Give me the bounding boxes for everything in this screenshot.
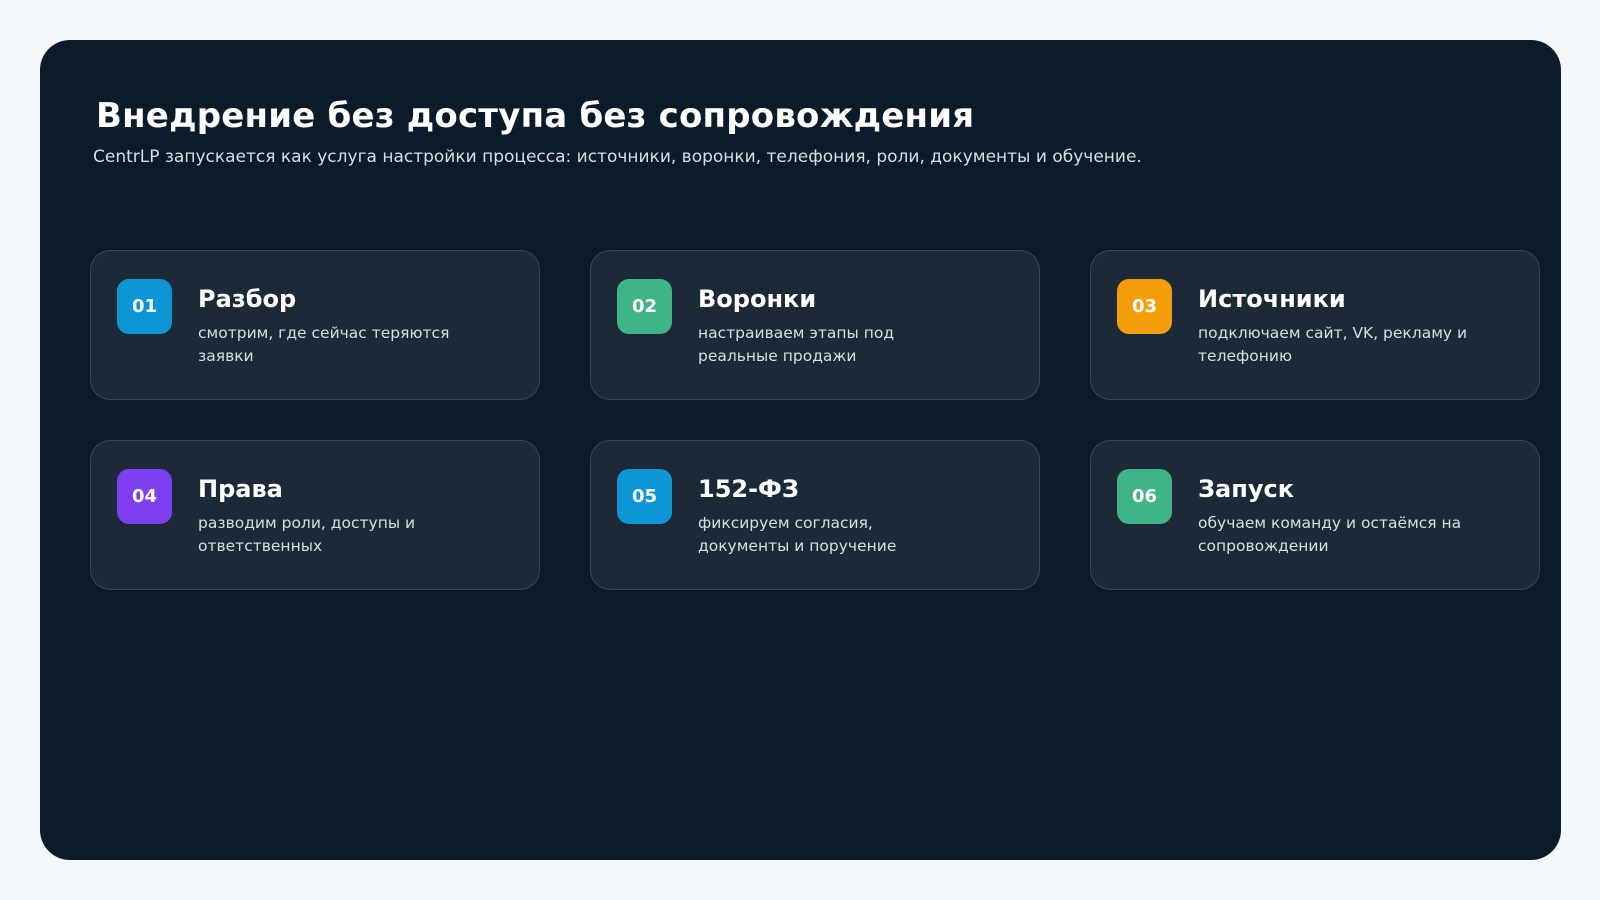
step-number-badge: 04: [117, 469, 172, 524]
step-description: смотрим, где сейчас теряются заявки: [198, 324, 450, 365]
step-card-razbor: 01 Разбор смотрим, где сейчас теряются з…: [90, 250, 540, 400]
step-description: фиксируем согласия, документы и поручени…: [698, 514, 897, 555]
step-description: обучаем команду и остаёмся на сопровожде…: [1198, 514, 1462, 555]
step-number-badge: 02: [617, 279, 672, 334]
steps-grid: 01 Разбор смотрим, где сейчас теряются з…: [90, 250, 1540, 590]
step-card-istochniki: 03 Источники подключаем сайт, VK, реклам…: [1090, 250, 1540, 400]
page-subtitle: CentrLP запускается как услуга настройки…: [93, 147, 1142, 167]
step-title: Права: [198, 475, 283, 503]
step-card-152fz: 05 152-ФЗ фиксируем согласия, документы …: [590, 440, 1040, 590]
step-title: Запуск: [1198, 475, 1294, 503]
step-number-badge: 03: [1117, 279, 1172, 334]
slide-panel: Внедрение без доступа без сопровождения …: [40, 40, 1561, 860]
step-description: разводим роли, доступы и ответственных: [198, 514, 416, 555]
step-card-prava: 04 Права разводим роли, доступы и ответс…: [90, 440, 540, 590]
step-number-badge: 01: [117, 279, 172, 334]
step-card-voronki: 02 Воронки настраиваем этапы под реальны…: [590, 250, 1040, 400]
step-description: настраиваем этапы под реальные продажи: [698, 324, 895, 365]
step-title: Источники: [1198, 285, 1346, 313]
step-title: Разбор: [198, 285, 297, 313]
step-number-badge: 05: [617, 469, 672, 524]
step-number-badge: 06: [1117, 469, 1172, 524]
step-description: подключаем сайт, VK, рекламу и телефонию: [1198, 324, 1468, 365]
step-title: Воронки: [698, 285, 817, 313]
step-title: 152-ФЗ: [698, 475, 799, 503]
page-title: Внедрение без доступа без сопровождения: [96, 96, 975, 136]
step-card-zapusk: 06 Запуск обучаем команду и остаёмся на …: [1090, 440, 1540, 590]
